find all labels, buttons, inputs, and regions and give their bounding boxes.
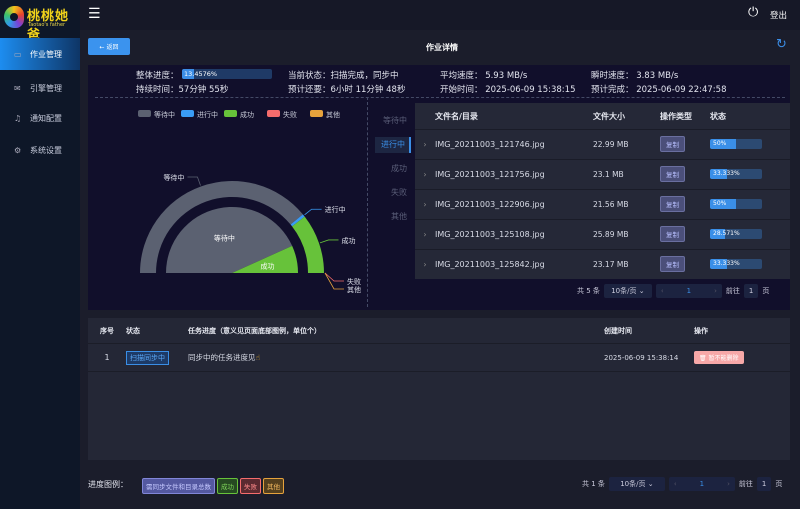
divider <box>367 97 368 307</box>
op-type-tag: 复制 <box>660 196 685 213</box>
page-nav[interactable]: ‹ 1 › <box>668 477 735 491</box>
logo: 桃桃她爸 Taotao's father <box>4 4 80 43</box>
refresh-icon[interactable]: ↻ <box>776 37 787 52</box>
table-row: 1 扫描同步中 同步中的任务进度见☝ 2025-06-09 15:38:14 🗑… <box>88 343 790 372</box>
label-line <box>187 176 201 186</box>
op-type-tag: 复制 <box>660 166 685 183</box>
progress-chart: 等待中 进行中 成功 失败 其他等待中进行中成功失败其他等待中成功 <box>138 110 361 294</box>
table-row[interactable]: › IMG_20211003_122906.jpg 21.56 MB 复制 50… <box>415 189 790 219</box>
file-progress-bar: 50% <box>710 199 762 210</box>
slice-label: 等待中 <box>163 173 184 182</box>
op-type-tag: 复制 <box>660 136 685 153</box>
page-title: 作业详情 <box>426 43 458 52</box>
monitor-icon: ▭ <box>14 49 22 59</box>
bell-icon: ♫ <box>14 113 22 123</box>
table-row[interactable]: › IMG_20211003_121756.jpg 23.1 MB 复制 33.… <box>415 159 790 189</box>
prev-page-icon[interactable]: ‹ <box>661 287 664 295</box>
file-progress-bar: 33.333% <box>710 259 762 270</box>
tab-2[interactable]: 成功 <box>375 161 411 177</box>
goto-page-input[interactable]: 1 <box>756 477 772 491</box>
current-status: 当前状态：扫描完成，同步中 <box>288 71 399 81</box>
legend-item: 其他 <box>326 110 340 119</box>
back-button[interactable]: ← 返回 <box>88 38 130 55</box>
job-pagination: 共 1 条 10条/页 ⌄ ‹ 1 › 前往 1 页 <box>582 477 782 491</box>
gear-icon: ⚙ <box>14 145 22 155</box>
remaining-time: 预计还要：6小时 11分钟 48秒 <box>288 85 406 95</box>
table-header: 序号 状态 任务进度（意义见页面底部图例，单位个） 创建时间 操作 <box>100 326 708 335</box>
table-header: 文件名/目录 文件大小 操作类型 状态 <box>435 111 726 121</box>
legend-swatch <box>224 110 237 117</box>
slice-label: 成功 <box>342 236 356 245</box>
page-size-select[interactable]: 10条/页 ⌄ <box>603 284 652 298</box>
slice-label: 进行中 <box>325 205 346 214</box>
file-pagination: 共 5 条 10条/页 ⌄ ‹ 1 › 前往 1 页 <box>577 284 769 298</box>
avg-speed: 平均速度： 5.93 MB/s <box>440 71 528 81</box>
overall-progress-bar: 13.4576% <box>182 69 272 79</box>
label-line <box>319 239 339 244</box>
op-type-tag: 复制 <box>660 226 685 243</box>
label-line <box>324 272 344 282</box>
progress-label: 整体进度： <box>136 71 179 81</box>
expand-icon[interactable]: › <box>415 170 435 179</box>
duration: 持续时间：57分钟 55秒 <box>136 85 229 95</box>
start-time: 开始时间： 2025-06-09 15:38:15 <box>440 85 576 95</box>
expand-icon[interactable]: › <box>415 200 435 209</box>
table-row[interactable]: › IMG_20211003_125108.jpg 25.89 MB 复制 28… <box>415 219 790 249</box>
expand-icon[interactable]: › <box>415 230 435 239</box>
tab-1[interactable]: 进行中 <box>375 137 411 153</box>
legend-swatch <box>181 110 194 117</box>
topbar: ☰ ⏻ 登出 <box>80 0 800 30</box>
eta: 预计完成： 2025-06-09 22:47:58 <box>591 85 727 95</box>
tab-3[interactable]: 失败 <box>375 185 411 201</box>
slice-label: 成功 <box>260 261 274 270</box>
sidebar-item-jobs[interactable]: ▭ 作业管理 <box>0 38 80 70</box>
op-type-tag: 复制 <box>660 256 685 273</box>
table-row[interactable]: › IMG_20211003_121746.jpg 22.99 MB 复制 50… <box>415 129 790 159</box>
legend-swatch <box>310 110 323 117</box>
power-icon[interactable]: ⏻ <box>748 5 758 20</box>
prev-page-icon[interactable]: ‹ <box>674 480 677 488</box>
next-page-icon[interactable]: › <box>714 287 717 295</box>
legend-item: 失败 <box>283 110 297 119</box>
progress-legend: 需同步文件和目录总数 成功 失败 其他 <box>142 478 286 494</box>
slice-label: 其他 <box>347 285 361 294</box>
table-row[interactable]: › IMG_20211003_125842.jpg 23.17 MB 复制 33… <box>415 249 790 279</box>
legend-item: 等待中 <box>154 110 175 119</box>
menu-toggle-icon[interactable]: ☰ <box>88 6 101 22</box>
legend-item: 成功 <box>240 110 254 119</box>
logout-button[interactable]: 登出 <box>770 9 787 21</box>
tab-4[interactable]: 其他 <box>375 209 411 225</box>
page-nav[interactable]: ‹ 1 › <box>655 284 722 298</box>
slice-label: 失败 <box>347 277 361 286</box>
expand-icon[interactable]: › <box>415 260 435 269</box>
page-size-select[interactable]: 10条/页 ⌄ <box>608 477 665 491</box>
file-table: 文件名/目录 文件大小 操作类型 状态 › IMG_20211003_121746.j… <box>415 103 790 279</box>
instant-speed: 瞬时速度： 3.83 MB/s <box>591 71 679 81</box>
status-badge: 扫描同步中 <box>126 350 169 365</box>
sidebar: 桃桃她爸 Taotao's father ▭ 作业管理 ✉ 引擎管理 ♫ 通知配置 ⚙ 系… <box>0 0 80 509</box>
expand-icon[interactable]: › <box>415 140 435 149</box>
sidebar-item-engines[interactable]: ✉ 引擎管理 <box>0 72 80 104</box>
legend-swatch <box>267 110 280 117</box>
goto-page-input[interactable]: 1 <box>743 284 759 298</box>
inbox-icon: ✉ <box>14 83 21 93</box>
file-progress-bar: 50% <box>710 139 762 150</box>
tab-0[interactable]: 等待中 <box>375 113 411 129</box>
legend-label: 进度图例： <box>88 480 128 489</box>
sidebar-item-settings[interactable]: ⚙ 系统设置 <box>0 134 80 166</box>
sidebar-item-notify[interactable]: ♫ 通知配置 <box>0 102 80 134</box>
next-page-icon[interactable]: › <box>727 480 730 488</box>
label-line <box>304 208 322 216</box>
delete-disabled-button[interactable]: 🗑 暂不能删除 <box>694 351 744 364</box>
divider <box>95 97 785 98</box>
slice-label: 等待中 <box>214 234 235 243</box>
legend-swatch <box>138 110 151 117</box>
job-table: 序号 状态 任务进度（意义见页面底部图例，单位个） 创建时间 操作 1 扫描同步… <box>88 318 790 460</box>
legend-item: 进行中 <box>197 110 218 119</box>
file-progress-bar: 33.333% <box>710 169 762 180</box>
file-progress-bar: 28.571% <box>710 229 762 240</box>
pointer-hand-icon: ☝ <box>255 353 261 362</box>
